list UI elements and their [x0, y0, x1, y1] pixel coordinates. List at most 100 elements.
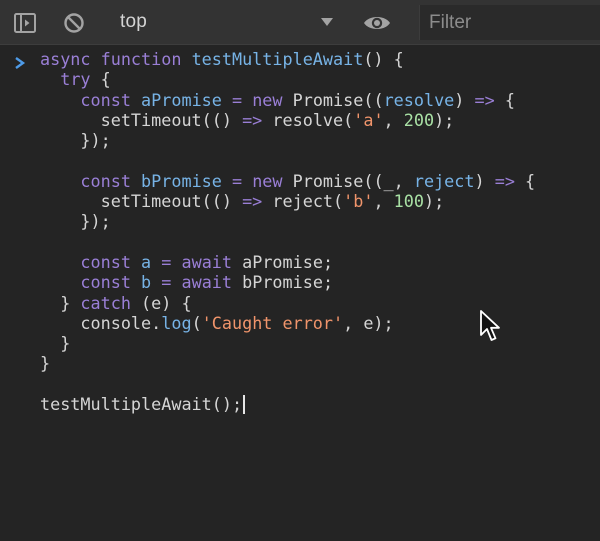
code-token: =>	[494, 170, 515, 191]
code-token: );	[423, 191, 445, 212]
mouse-pointer-icon	[479, 309, 501, 343]
code-token: (	[191, 312, 202, 333]
code-line: }	[40, 333, 535, 353]
filter-box	[419, 5, 600, 40]
code-line: const aPromise = new Promise((resolve) =…	[40, 90, 535, 110]
code-token: =>	[242, 109, 263, 130]
code-token: resolve(	[262, 109, 354, 130]
code-token: reject	[413, 170, 475, 191]
code-token: b	[141, 272, 152, 293]
code-token: a	[141, 251, 152, 272]
code-line: });	[40, 211, 535, 231]
code-token: =>	[474, 89, 495, 110]
context-selector[interactable]: top	[110, 6, 346, 38]
code-token: }	[40, 292, 81, 313]
code-token: ,	[383, 109, 404, 130]
console-panel[interactable]: async function testMultipleAwait() { try…	[0, 45, 600, 541]
code-token: setTimeout(()	[40, 191, 243, 212]
code-token: bPromise	[141, 170, 222, 191]
context-selector-value: top	[120, 11, 148, 32]
code-token: const	[80, 251, 142, 272]
code-token: function	[100, 49, 192, 69]
code-token: log	[161, 312, 192, 333]
code-token: testMultipleAwait();	[40, 394, 243, 415]
code-token: {	[494, 89, 515, 110]
prompt-chevron-icon	[13, 56, 27, 70]
code-line: try {	[40, 69, 535, 89]
code-token: =	[231, 89, 243, 110]
code-token: });	[40, 211, 111, 232]
filter-input[interactable]	[420, 5, 600, 40]
live-expression-eye-icon[interactable]	[362, 10, 392, 36]
code-token: console.	[40, 312, 162, 333]
code-token: )	[474, 170, 495, 191]
code-token: testMultipleAwait	[191, 49, 364, 69]
code-line: console.log('Caught error', e);	[40, 313, 535, 333]
code-token: resolve	[383, 89, 455, 110]
code-token: 'Caught error'	[201, 312, 344, 333]
code-token: {	[90, 69, 111, 90]
code-token: ,	[393, 170, 414, 191]
code-line: async function testMultipleAwait() {	[40, 49, 535, 69]
code-token: ,	[373, 191, 394, 212]
code-token: =>	[242, 191, 263, 212]
code-token: 'a'	[353, 109, 384, 130]
code-token: const	[80, 89, 142, 110]
code-token: reject(	[262, 191, 344, 212]
code-line: setTimeout(() => reject('b', 100);	[40, 191, 535, 211]
code-token: try	[60, 69, 91, 90]
caret-down-icon	[320, 15, 334, 29]
code-token: setTimeout(()	[40, 109, 243, 130]
code-token: 100	[393, 191, 424, 212]
code-token: {	[514, 170, 536, 191]
console-toolbar: top	[0, 0, 600, 45]
code-token: new	[252, 170, 283, 191]
console-input-code[interactable]: async function testMultipleAwait() { try…	[40, 49, 535, 415]
sidebar-toggle-icon[interactable]	[13, 11, 37, 35]
code-line: setTimeout(() => resolve('a', 200);	[40, 110, 535, 130]
code-token: aPromise;	[232, 251, 334, 272]
code-token: Promise((_	[282, 170, 394, 191]
code-token: }	[40, 333, 71, 354]
code-token: () {	[363, 49, 404, 69]
code-token: =	[161, 272, 172, 293]
code-token: const	[80, 272, 142, 293]
code-token: catch	[80, 292, 131, 313]
code-token: , e);	[343, 312, 394, 333]
code-token: const	[80, 170, 142, 191]
code-line: const a = await aPromise;	[40, 252, 535, 272]
code-token: =	[231, 170, 243, 191]
code-token: await	[181, 272, 233, 293]
code-token: =	[161, 251, 172, 272]
code-token: )	[454, 89, 475, 110]
code-token: });	[40, 130, 111, 151]
code-token: bPromise;	[232, 272, 334, 293]
code-line: const bPromise = new Promise((_, reject)…	[40, 171, 535, 191]
code-line: });	[40, 130, 535, 150]
code-token: (e) {	[130, 292, 192, 313]
code-line: const b = await bPromise;	[40, 272, 535, 292]
code-token: Promise((	[282, 89, 384, 110]
code-line: testMultipleAwait();	[40, 394, 535, 415]
code-token: await	[181, 251, 233, 272]
text-caret	[243, 395, 245, 415]
code-token: 200	[403, 109, 435, 130]
code-token: );	[434, 109, 455, 130]
clear-console-icon[interactable]	[62, 11, 86, 35]
code-token: aPromise	[141, 89, 222, 110]
